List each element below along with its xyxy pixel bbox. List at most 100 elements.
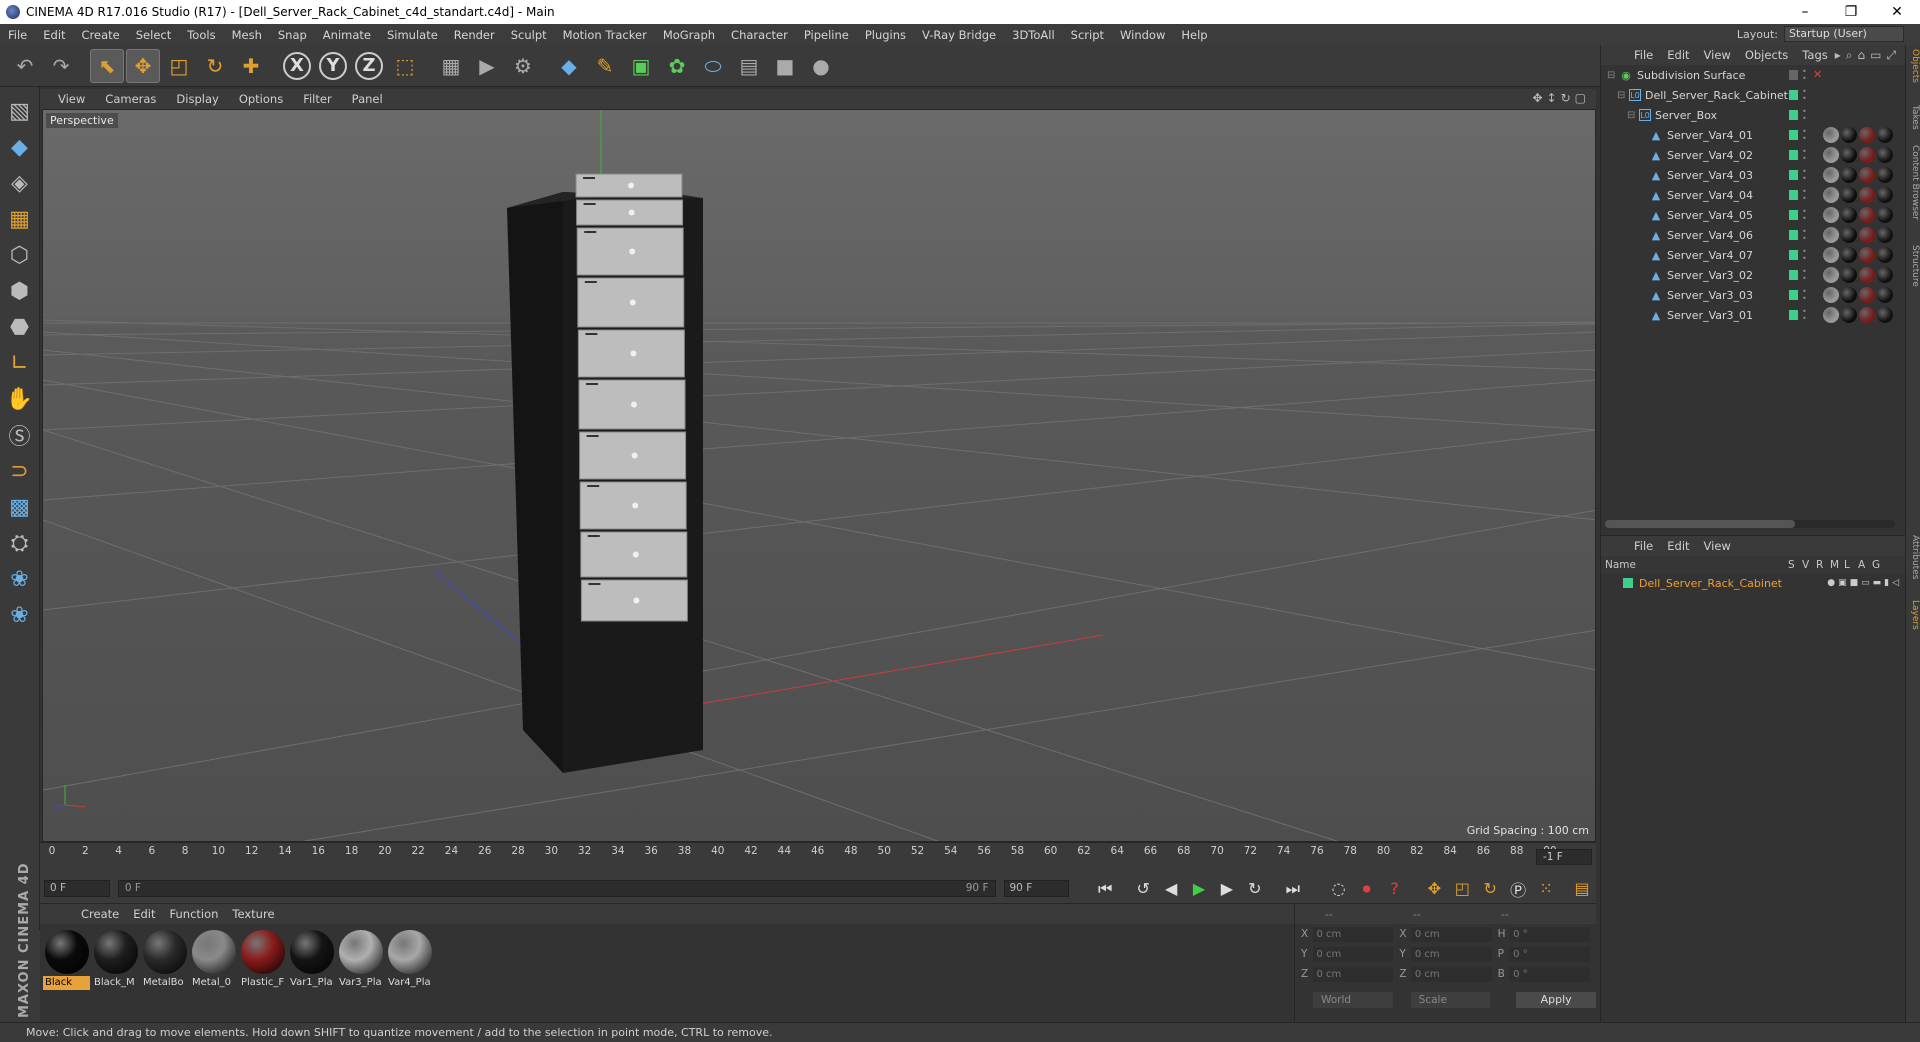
layer-color-swatch[interactable] [1623,578,1633,588]
material-tag-icon[interactable] [1841,227,1857,243]
layer-menu-file[interactable]: File [1627,539,1660,553]
material-tag-icon[interactable] [1823,307,1839,323]
tab-layers[interactable]: Layers [1907,600,1920,630]
disabled-x-icon[interactable]: ✕ [1813,68,1822,81]
viewport-nav-icons[interactable]: ✥↕↻▢ [1532,91,1590,105]
material-tag-icon[interactable] [1841,287,1857,303]
object-row[interactable]: ▲ Server_Var4_04 • • [1601,185,1906,205]
material-tag-icon[interactable] [1841,147,1857,163]
material-tag-icon[interactable] [1841,167,1857,183]
material-menu-function[interactable]: Function [163,907,226,921]
object-row[interactable]: ▲ Server_Var4_03 • • [1601,165,1906,185]
object-row[interactable]: ⊟ L0 Dell_Server_Rack_Cabinet • • [1601,85,1906,105]
material-menu-texture[interactable]: Texture [225,907,281,921]
material-swatch[interactable]: Black_M [92,930,139,990]
camera-icon[interactable]: ■ [768,49,802,83]
tab-objects[interactable]: Objects [1907,49,1920,83]
menu-motion-tracker[interactable]: Motion Tracker [555,28,655,42]
object-row[interactable]: ▲ Server_Var4_02 • • [1601,145,1906,165]
tab-structure[interactable]: Structure [1907,245,1920,287]
expand-toggle-icon[interactable]: ⊟ [1617,90,1629,101]
rotation-h-field[interactable]: 0 ° [1509,926,1590,942]
rotation-b-field[interactable]: 0 ° [1509,966,1590,982]
material-tag-icon[interactable] [1859,207,1875,223]
material-swatch[interactable]: Var1_Pla [288,930,335,990]
material-tag-icon[interactable] [1877,287,1893,303]
next-frame-icon[interactable]: ▶ [1213,875,1241,903]
object-menu-file[interactable]: File [1627,48,1660,62]
object-row[interactable]: ▲ Server_Var3_03 • • [1601,285,1906,305]
render-view-icon[interactable]: ▦ [434,49,468,83]
z-axis-lock-icon[interactable]: Z [355,51,383,80]
material-tag-icon[interactable] [1877,187,1893,203]
material-tag-icon[interactable] [1877,247,1893,263]
polygons-mode-icon[interactable]: ⬣ [4,311,36,343]
material-tag-icon[interactable] [1859,127,1875,143]
object-row[interactable]: ⊟ ◉ Subdivision Surface • • ✕ [1601,65,1906,85]
menu-tools[interactable]: Tools [179,28,223,42]
object-manager-tool-icons[interactable]: ▸⌕⌂▭⤢ [1835,48,1901,63]
texture-mode-icon[interactable]: ◈ [4,167,36,199]
material-tag-icon[interactable] [1841,307,1857,323]
goto-end-icon[interactable]: ⏭ [1279,875,1307,903]
position-y-field[interactable]: 0 cm [1312,946,1394,962]
visibility-dots-icon[interactable]: • • [1802,308,1807,323]
model-mode-icon[interactable]: ◆ [4,131,36,163]
material-tag-icon[interactable] [1841,267,1857,283]
material-tag-icon[interactable] [1823,207,1839,223]
menu-mesh[interactable]: Mesh [224,28,270,42]
layer-color-indicator[interactable] [1789,230,1798,240]
material-swatch[interactable]: Metal_0 [190,930,237,990]
make-editable-icon[interactable]: ▧ [4,95,36,127]
goto-previous-key-icon[interactable]: ↺ [1129,875,1157,903]
visibility-dots-icon[interactable]: • • [1802,228,1807,243]
layer-color-indicator[interactable] [1789,110,1798,120]
menu-simulate[interactable]: Simulate [379,28,446,42]
subdivision-surface-icon[interactable]: ▣ [624,49,658,83]
material-tag-icon[interactable] [1859,247,1875,263]
menu-edit[interactable]: Edit [35,28,73,42]
coordinate-mode-select[interactable]: Scale [1410,992,1491,1008]
python-script-2-icon[interactable]: ❀ [4,599,36,631]
menu-create[interactable]: Create [74,28,128,42]
expand-toggle-icon[interactable]: ⊟ [1627,110,1639,121]
layer-color-indicator[interactable] [1789,290,1798,300]
timeline-ruler[interactable]: 0 2 4 6 8 10 12 14 16 18 20 22 24 26 28 30 32 34 36 38 40 42 4… [40,842,1596,874]
material-tag-icon[interactable] [1823,227,1839,243]
object-menu-view[interactable]: View [1697,48,1738,62]
object-row[interactable]: ▲ Server_Var3_01 • • [1601,305,1906,325]
material-tag-icon[interactable] [1877,227,1893,243]
rotate-tool-icon[interactable]: ↻ [198,49,232,83]
menu-animate[interactable]: Animate [315,28,379,42]
layer-color-indicator[interactable] [1789,250,1798,260]
material-tag-icon[interactable] [1877,167,1893,183]
record-parameter-icon[interactable]: Ⓟ [1504,875,1532,903]
timeline-window-icon[interactable]: ▤ [1568,875,1596,903]
apply-button[interactable]: Apply [1516,992,1596,1008]
material-swatch[interactable]: Plastic_F [239,930,286,990]
visibility-dots-icon[interactable]: • • [1802,248,1807,263]
material-swatch[interactable]: Var3_Pla [337,930,384,990]
material-tag-icon[interactable] [1859,267,1875,283]
rotation-p-field[interactable]: 0 ° [1509,946,1590,962]
object-row[interactable]: ▲ Server_Var3_02 • • [1601,265,1906,285]
render-picture-viewer-icon[interactable]: ▶ [470,49,504,83]
material-tag-icon[interactable] [1823,147,1839,163]
menu-snap[interactable]: Snap [270,28,315,42]
viewport-menu-display[interactable]: Display [166,92,228,106]
edges-mode-icon[interactable]: ⬢ [4,275,36,307]
undo-icon[interactable]: ↶ [8,49,42,83]
layer-color-indicator[interactable] [1789,90,1798,100]
scale-tool-icon[interactable]: ◰ [162,49,196,83]
material-tag-icon[interactable] [1877,267,1893,283]
material-tag-icon[interactable] [1877,127,1893,143]
material-tag-icon[interactable] [1823,287,1839,303]
redo-icon[interactable]: ↷ [44,49,78,83]
render-settings-icon[interactable]: ⚙ [506,49,540,83]
material-tag-icon[interactable] [1823,247,1839,263]
material-tag-icon[interactable] [1859,307,1875,323]
object-menu-tags[interactable]: Tags [1795,48,1834,62]
visibility-dots-icon[interactable]: • • [1802,128,1807,143]
material-swatch[interactable]: Var4_Pla [386,930,433,990]
keyframe-selection-icon[interactable]: ? [1381,875,1409,903]
